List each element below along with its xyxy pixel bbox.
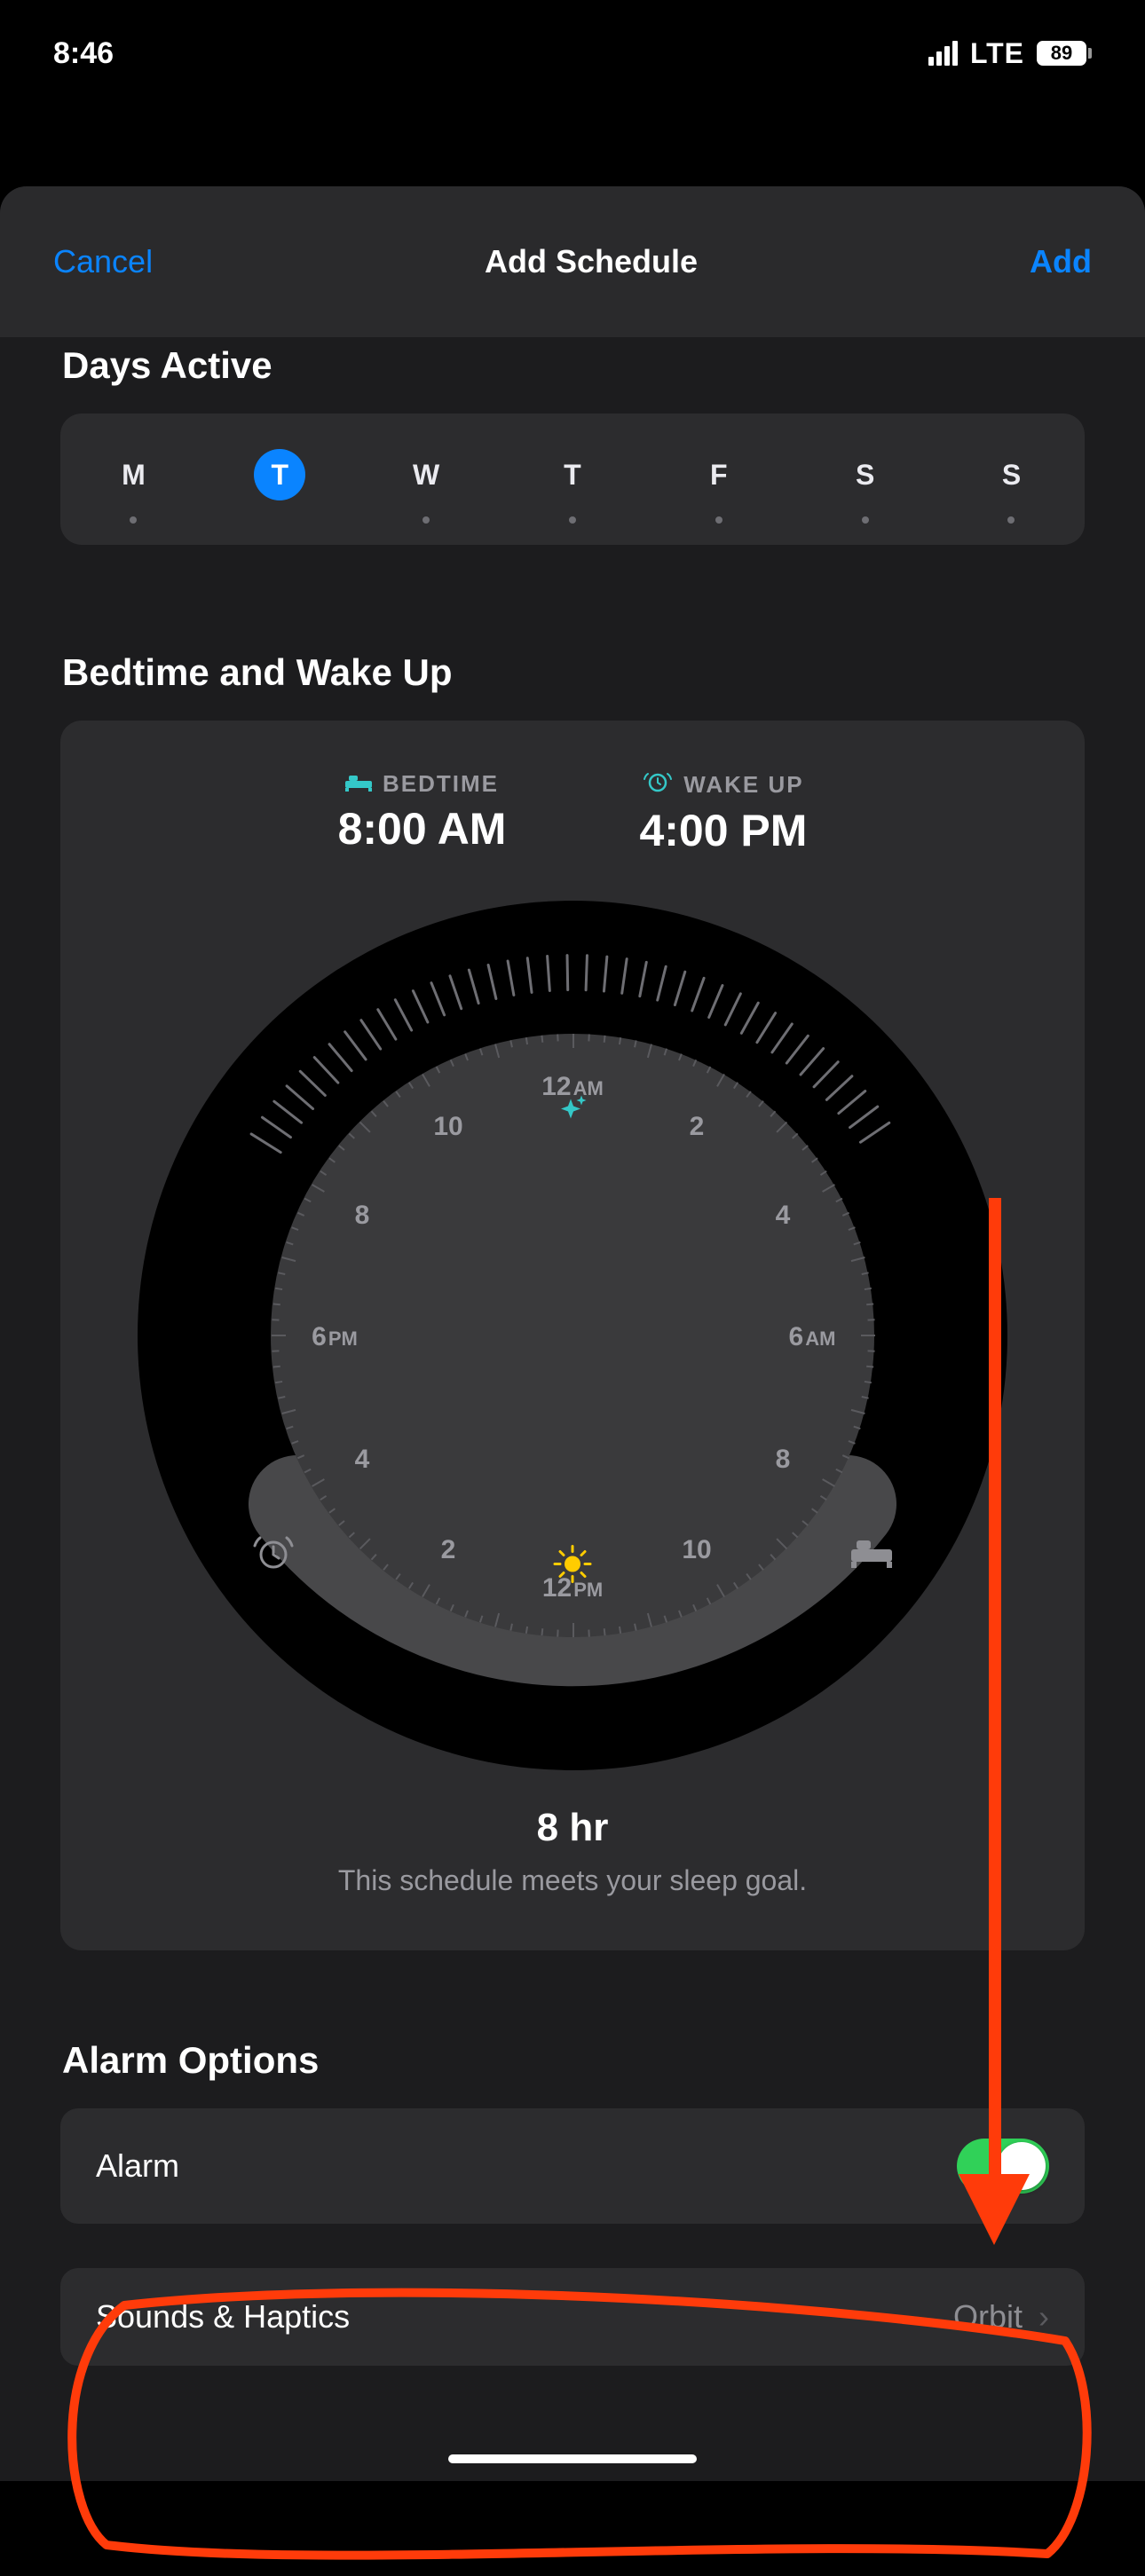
clock-label-2b: 2 [441,1535,456,1565]
clock-label-6am: 6AM [789,1322,836,1352]
add-button[interactable]: Add [1030,243,1092,280]
alarm-clock-icon [643,770,673,800]
status-bar: 8:46 LTE 89 [0,0,1145,106]
bedtime-value: 8:00 AM [338,803,507,855]
sun-icon [553,1545,592,1588]
modal-sheet: Cancel Add Schedule Add Days Active M T W T… [0,186,1145,2481]
clock-label-6pm: 6PM [312,1322,358,1352]
sleep-goal-text: This schedule meets your sleep goal. [338,1864,807,1897]
day-dot-icon [130,516,137,524]
cellular-signal-icon [928,41,958,66]
clock-label-4b: 4 [355,1445,370,1475]
day-letter: W [400,449,452,500]
day-toggle-5[interactable]: S [840,449,891,524]
bedtime-handle[interactable] [841,1522,903,1584]
bed-icon [345,770,372,798]
bedtime-column: BEDTIME 8:00 AM [338,770,507,856]
alarm-toggle-row[interactable]: Alarm [60,2108,1085,2224]
day-toggle-2[interactable]: W [400,449,452,524]
day-toggle-0[interactable]: M [107,449,159,524]
nav-bar: Cancel Add Schedule Add [0,186,1145,337]
clock-label-10: 10 [682,1535,711,1565]
network-type: LTE [970,37,1024,70]
day-letter: S [985,449,1037,500]
wakeup-value: 4:00 PM [639,805,807,856]
clock-label-8b: 8 [355,1201,370,1231]
clock-label-4: 4 [776,1201,791,1231]
sounds-row-label: Sounds & Haptics [96,2298,350,2336]
cancel-button[interactable]: Cancel [53,243,153,280]
alarm-options-list: Alarm Sounds & Haptics Orbit › [60,2108,1085,2366]
status-right: LTE 89 [928,37,1092,70]
chevron-right-icon: › [1038,2298,1049,2336]
day-toggle-6[interactable]: S [985,449,1037,524]
day-letter: T [547,449,598,500]
alarm-switch[interactable] [957,2139,1049,2194]
days-active-card: MTWTFSS [60,414,1085,545]
day-letter: F [693,449,745,500]
day-toggle-4[interactable]: F [693,449,745,524]
day-dot-icon [715,516,723,524]
home-indicator[interactable] [448,2454,697,2463]
page-title: Add Schedule [485,243,698,280]
battery-icon: 89 [1037,41,1092,66]
sheet-content[interactable]: Days Active MTWTFSS Bedtime and Wake Up … [0,337,1145,2481]
day-dot-icon [1007,516,1015,524]
wakeup-label: WAKE UP [643,770,803,800]
clock-label-8: 8 [776,1445,791,1475]
sounds-row-value: Orbit [953,2298,1023,2336]
wake-handle[interactable] [242,1522,304,1584]
bedtime-label: BEDTIME [345,770,499,798]
bedtime-card: BEDTIME 8:00 AM WAKE UP 4:00 PM [60,721,1085,1950]
status-time: 8:46 [53,36,114,71]
stars-icon [555,1094,590,1134]
day-dot-icon [862,516,869,524]
day-letter: S [840,449,891,500]
sleep-duration: 8 hr [537,1806,609,1850]
wakeup-column: WAKE UP 4:00 PM [639,770,807,856]
alarm-row-label: Alarm [96,2147,179,2185]
day-toggle-1[interactable]: T [254,449,305,524]
bedtime-wake-row: BEDTIME 8:00 AM WAKE UP 4:00 PM [338,770,808,856]
alarm-options-heading: Alarm Options [0,2039,1145,2082]
clock-label-10l: 10 [433,1112,462,1142]
sleep-dial[interactable]: 12AM 2 4 6AM 8 10 12PM 2 4 6PM 8 10 [138,901,1007,1770]
day-dot-icon [569,516,576,524]
day-dot-icon [422,516,430,524]
clock-label-2: 2 [690,1112,705,1142]
day-letter: T [254,449,305,500]
days-active-heading: Days Active [0,344,1145,387]
day-letter: M [107,449,159,500]
battery-percent: 89 [1051,42,1072,65]
day-toggle-3[interactable]: T [547,449,598,524]
bedtime-heading: Bedtime and Wake Up [0,651,1145,694]
sounds-haptics-row[interactable]: Sounds & Haptics Orbit › [60,2268,1085,2366]
